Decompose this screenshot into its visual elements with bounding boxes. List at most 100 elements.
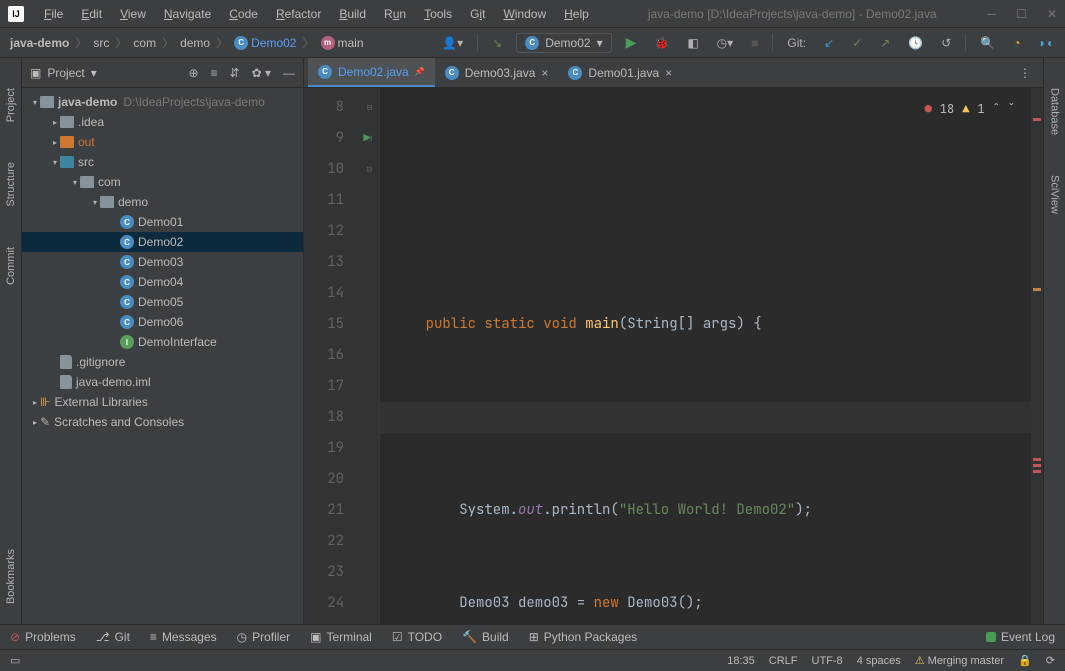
run-line-icon[interactable]: ▶ [360, 123, 374, 154]
project-settings-button[interactable]: ✿ ▾ [252, 66, 271, 80]
ide-settings-button[interactable]: ◔ [1009, 34, 1024, 52]
tree-iml[interactable]: java-demo.iml [22, 372, 303, 392]
bc-com[interactable]: com [131, 34, 158, 52]
tree-file-demo01[interactable]: CDemo01 [22, 212, 303, 232]
close-button[interactable]: ✕ [1047, 7, 1057, 21]
tab-demo03[interactable]: CDemo03.java× [435, 58, 559, 87]
project-tree[interactable]: ▾java-demoD:\IdeaProjects\java-demo ▸.id… [22, 88, 303, 624]
code-content[interactable]: ●18 ▲1 ˆˇ public static void main(String… [380, 88, 1031, 624]
caret-position[interactable]: 18:35 [727, 655, 755, 667]
code-with-me-button[interactable]: ◗◖ [1035, 34, 1058, 52]
tree-file-demo03[interactable]: CDemo03 [22, 252, 303, 272]
hide-panel-button[interactable]: — [283, 66, 295, 80]
menu-build[interactable]: Build [331, 5, 374, 23]
menu-code[interactable]: Code [221, 5, 266, 23]
tab-close-icon[interactable]: × [665, 66, 672, 80]
tab-close-icon[interactable]: × [541, 66, 548, 80]
tree-file-demointerface[interactable]: IDemoInterface [22, 332, 303, 352]
tab-demo01[interactable]: CDemo01.java× [558, 58, 682, 87]
problems-button[interactable]: ⊘Problems [10, 630, 76, 644]
tree-src-folder[interactable]: ▾src [22, 152, 303, 172]
sciview-tool-button[interactable]: SciView [1049, 175, 1061, 214]
terminal-button[interactable]: ▣ Terminal [310, 630, 372, 644]
git-push-button[interactable]: ↗ [876, 34, 894, 52]
inspection-down[interactable]: ˇ [1008, 94, 1015, 125]
tree-scratches[interactable]: ▸✎Scratches and Consoles [22, 412, 303, 432]
menu-view[interactable]: View [112, 5, 154, 23]
expand-all-button[interactable]: ≡ [211, 66, 218, 80]
tree-file-demo02[interactable]: CDemo02 [22, 232, 303, 252]
messages-button[interactable]: ≡ Messages [150, 630, 217, 644]
project-view-selector[interactable]: ▣ Project ▾ [30, 66, 97, 80]
tab-pin-icon[interactable]: 📌 [415, 67, 425, 76]
fold-gutter[interactable]: ⊟⊟⊟ [360, 88, 380, 624]
profile-button[interactable]: ◷▾ [713, 34, 738, 52]
build-button[interactable]: ↘ [488, 34, 506, 52]
run-config-selector[interactable]: CDemo02 ▾ [516, 33, 611, 53]
coverage-button[interactable]: ◧ [683, 34, 702, 52]
tree-out-folder[interactable]: ▸out [22, 132, 303, 152]
structure-tool-button[interactable]: Structure [5, 162, 17, 207]
add-config-button[interactable]: 👤▾ [438, 34, 467, 52]
tree-project-root[interactable]: ▾java-demoD:\IdeaProjects\java-demo [22, 92, 303, 112]
file-encoding[interactable]: UTF-8 [812, 655, 843, 667]
tabs-more-button[interactable]: ⋮ [1011, 66, 1039, 80]
tree-file-demo04[interactable]: CDemo04 [22, 272, 303, 292]
bookmarks-tool-button[interactable]: Bookmarks [5, 549, 17, 604]
tree-idea-folder[interactable]: ▸.idea [22, 112, 303, 132]
menu-edit[interactable]: Edit [73, 5, 110, 23]
git-branch[interactable]: ⚠ Merging master [915, 654, 1004, 667]
run-gutter[interactable]: ▶ [360, 88, 374, 154]
git-history-button[interactable]: 🕓 [904, 34, 927, 52]
menu-file[interactable]: File [36, 5, 71, 23]
inspection-widget[interactable]: ●18 ▲1 ˆˇ [921, 92, 1019, 127]
bc-project[interactable]: java-demo [8, 34, 71, 52]
bc-demo[interactable]: demo [178, 34, 212, 52]
tree-file-demo06[interactable]: CDemo06 [22, 312, 303, 332]
indent-settings[interactable]: 4 spaces [857, 655, 901, 667]
git-tool-button[interactable]: ⎇ Git [96, 630, 130, 644]
minimize-button[interactable]: ─ [988, 7, 997, 21]
database-tool-button[interactable]: Database [1049, 88, 1061, 135]
maximize-button[interactable]: ☐ [1016, 7, 1027, 21]
project-tool-button[interactable]: Project [5, 88, 17, 122]
debug-button[interactable]: 🐞 [650, 34, 673, 52]
tab-demo02[interactable]: CDemo02.java📌 [308, 58, 435, 87]
run-button[interactable]: ▶ [622, 32, 641, 53]
tree-com-package[interactable]: ▾com [22, 172, 303, 192]
tree-external-libs[interactable]: ▸⊪External Libraries [22, 392, 303, 412]
bc-class[interactable]: CDemo02 [232, 34, 298, 52]
menu-refactor[interactable]: Refactor [268, 5, 329, 23]
tree-demo-package[interactable]: ▾demo [22, 192, 303, 212]
tree-gitignore[interactable]: .gitignore [22, 352, 303, 372]
git-commit-button[interactable]: ✓ [848, 34, 866, 52]
bc-method[interactable]: mmain [319, 34, 366, 52]
menu-window[interactable]: Window [495, 5, 554, 23]
git-pull-button[interactable]: ↙ [820, 34, 838, 52]
event-log-button[interactable]: Event Log [986, 630, 1055, 644]
menu-tools[interactable]: Tools [416, 5, 460, 23]
bc-src[interactable]: src [91, 34, 111, 52]
line-separator[interactable]: CRLF [769, 655, 798, 667]
memory-indicator[interactable]: ⟳ [1046, 654, 1055, 667]
git-rollback-button[interactable]: ↺ [937, 34, 955, 52]
menu-help[interactable]: Help [556, 5, 597, 23]
locate-file-button[interactable]: ⊕ [188, 66, 198, 80]
inspection-up[interactable]: ˆ [993, 94, 1000, 125]
tree-file-demo05[interactable]: CDemo05 [22, 292, 303, 312]
search-button[interactable]: 🔍 [976, 34, 999, 52]
todo-button[interactable]: ☑ TODO [392, 630, 442, 644]
commit-tool-button[interactable]: Commit [5, 247, 17, 285]
lock-icon[interactable]: 🔒 [1018, 654, 1032, 667]
menu-run[interactable]: Run [376, 5, 414, 23]
status-icon[interactable]: ▭ [10, 654, 20, 667]
marker-strip[interactable] [1031, 88, 1043, 624]
collapse-all-button[interactable]: ⇵ [230, 66, 240, 80]
build-tool-button[interactable]: 🔨 Build [462, 630, 509, 644]
stop-button[interactable]: ■ [747, 34, 762, 52]
line-gutter[interactable]: 8910111213141516171819202122232425 [304, 88, 360, 624]
profiler-button[interactable]: ◷ Profiler [237, 630, 291, 644]
menu-navigate[interactable]: Navigate [156, 5, 219, 23]
python-packages-button[interactable]: ⊞ Python Packages [529, 630, 637, 644]
menu-git[interactable]: Git [462, 5, 493, 23]
